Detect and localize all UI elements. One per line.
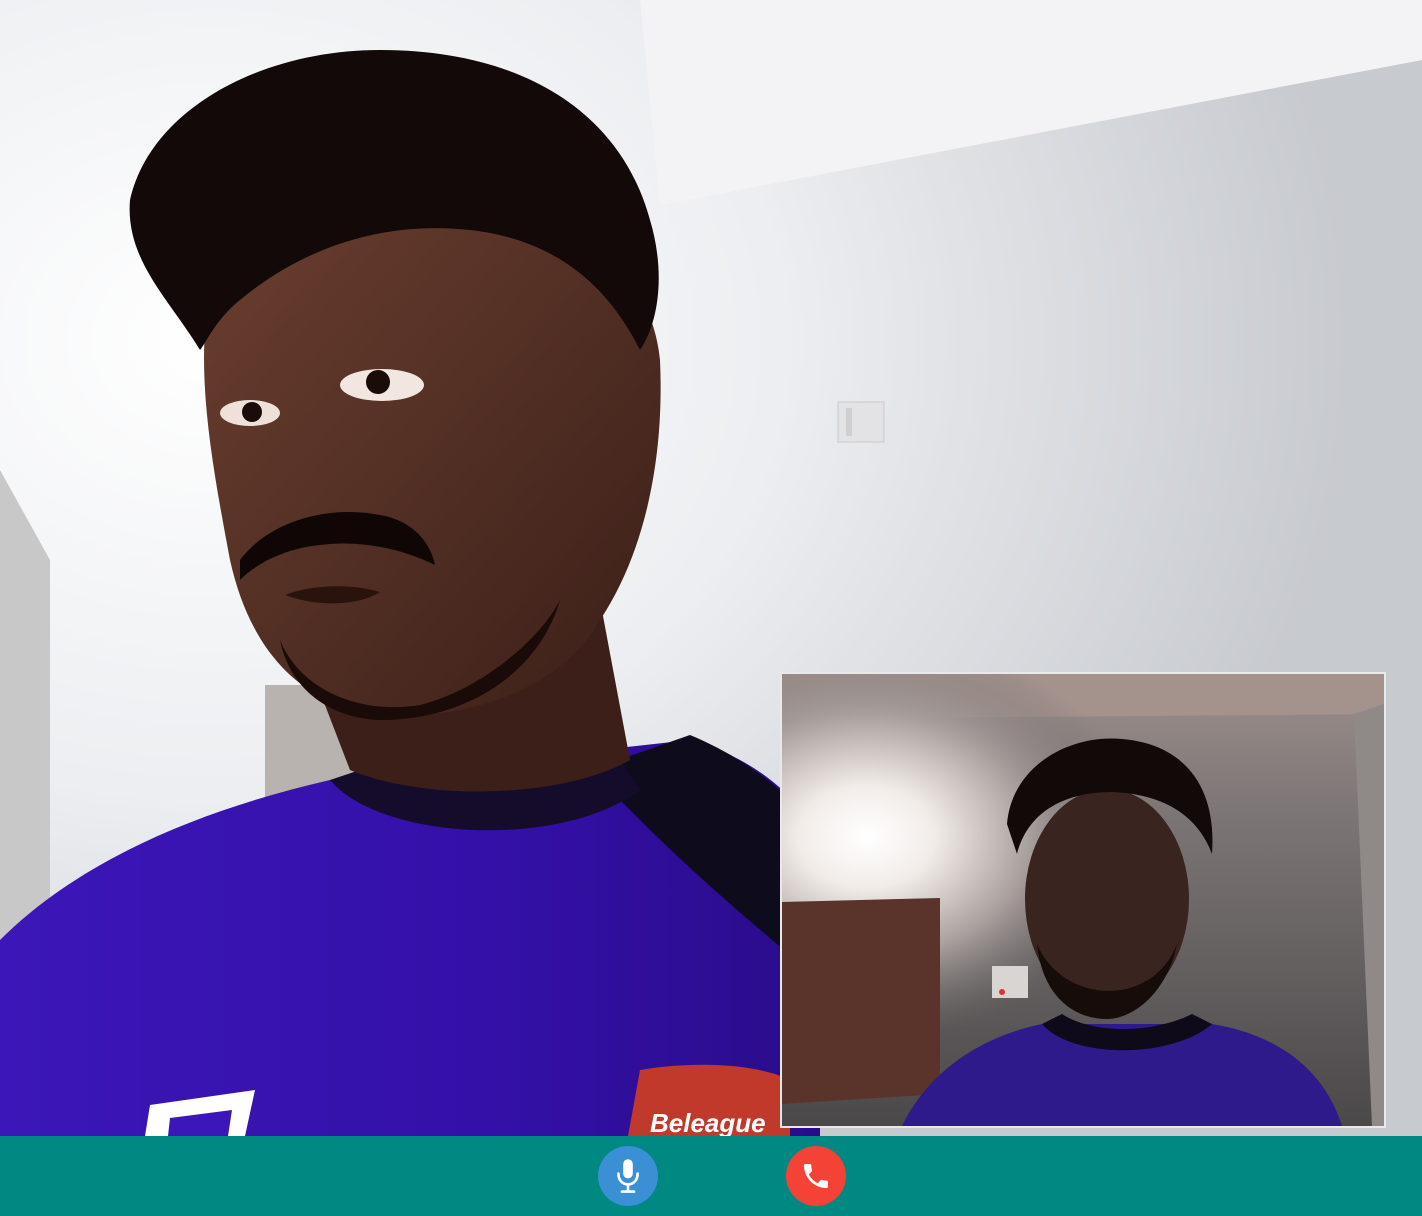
self-view-frame (782, 674, 1384, 1126)
call-control-bar (0, 1136, 1422, 1216)
phone-icon (804, 1164, 828, 1188)
end-call-button[interactable] (786, 1146, 846, 1206)
video-call-screen: Beleague (0, 0, 1422, 1216)
self-view-preview[interactable] (780, 672, 1386, 1128)
shirt-logo-text: Beleague (650, 1108, 766, 1136)
mute-microphone-button[interactable] (598, 1146, 658, 1206)
microphone-icon (617, 1159, 639, 1193)
